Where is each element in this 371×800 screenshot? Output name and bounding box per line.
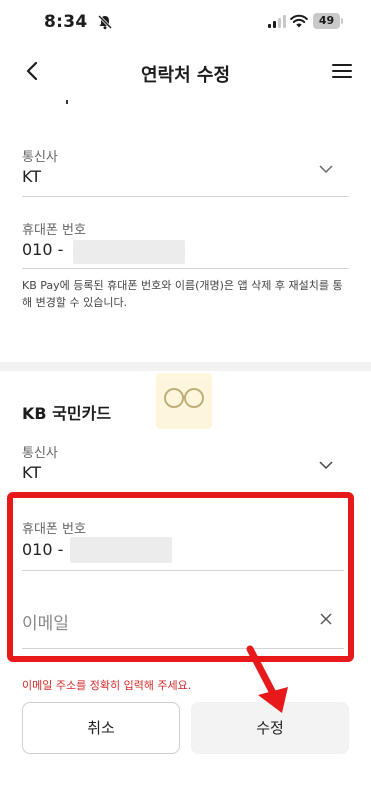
nav-bar: 연락처 수정: [0, 44, 371, 100]
chevron-down-icon[interactable]: [319, 461, 333, 470]
phone-label: 휴대폰 번호: [22, 223, 86, 238]
chevron-down-icon[interactable]: [319, 165, 333, 174]
watermark-logo: [156, 373, 212, 429]
phone-underline: [22, 268, 349, 269]
battery-indicator: 49: [313, 13, 343, 29]
scrolled-text-remnant: [22, 100, 82, 114]
page-title: 연락처 수정: [140, 65, 231, 86]
carrier-select-value[interactable]: KT: [22, 463, 41, 482]
email-error-message: 이메일 주소를 정확히 입력해 주세요.: [22, 679, 192, 692]
carrier-label: 통신사: [22, 446, 58, 461]
cellular-signal-icon: [268, 15, 286, 28]
carrier-label: 통신사: [22, 150, 58, 165]
notice-text: KB Pay에 등록된 휴대폰 번호와 이름(개명)은 앱 삭제 후 재설치를 …: [22, 279, 343, 309]
masked-phone-number: [73, 240, 185, 264]
status-bar: 8:34 49: [0, 0, 371, 44]
phone-prefix: 010 -: [22, 240, 64, 259]
carrier-select-value[interactable]: KT: [22, 167, 41, 186]
section-title-kb-card: KB 국민카드: [22, 404, 112, 423]
section-divider: [0, 362, 371, 371]
hamburger-menu-icon[interactable]: [331, 62, 353, 80]
highlight-box: [7, 492, 354, 662]
carrier-underline: [22, 196, 349, 197]
status-time: 8:34: [44, 12, 88, 32]
arrow-annotation-icon: [246, 645, 288, 713]
cancel-button[interactable]: 취소: [22, 702, 180, 754]
wifi-icon: [290, 14, 308, 28]
bell-off-icon: [97, 14, 113, 30]
